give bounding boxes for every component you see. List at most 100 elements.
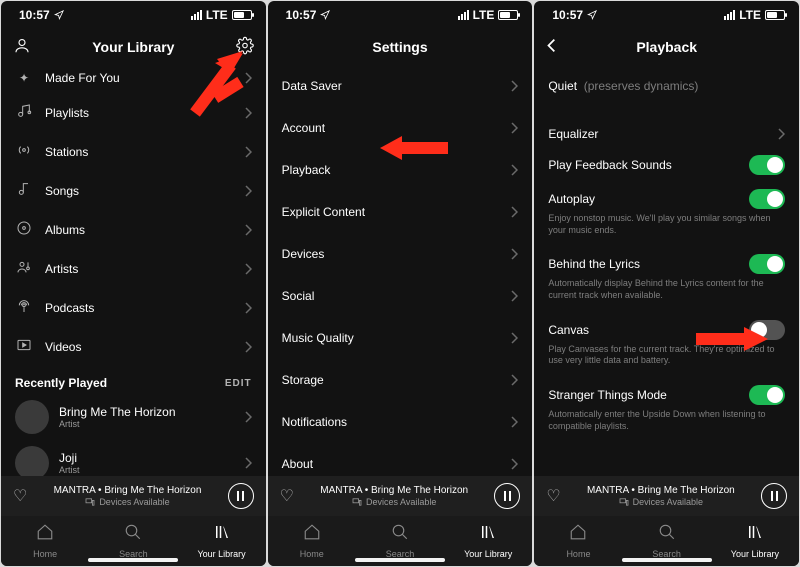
chevron-right-icon xyxy=(510,206,518,218)
phone-library: 10:57 LTE Your Library ✦ Made For You Pl… xyxy=(1,1,266,566)
status-bar: 10:57 LTE xyxy=(1,1,266,29)
now-playing-bar[interactable]: ♡ MANTRA • Bring Me The Horizon Devices … xyxy=(534,476,799,516)
home-indicator[interactable] xyxy=(355,558,445,562)
tab-home[interactable]: Home xyxy=(534,516,622,566)
home-indicator[interactable] xyxy=(622,558,712,562)
toggle-behind-the-lyrics[interactable] xyxy=(749,254,785,274)
recent-item[interactable]: Bring Me The HorizonArtist xyxy=(1,394,266,440)
back-icon[interactable] xyxy=(546,39,558,56)
tab-home-label: Home xyxy=(300,549,324,559)
playback-content: Quiet (preserves dynamics) Equalizer Pla… xyxy=(534,65,799,476)
now-playing-bar[interactable]: ♡ MANTRA • Bring Me The Horizon Devices … xyxy=(1,476,266,516)
chevron-right-icon xyxy=(510,80,518,92)
tab-library[interactable]: Your Library xyxy=(177,516,265,566)
songs-icon xyxy=(15,181,33,200)
library-header: Your Library xyxy=(1,29,266,65)
settings-row-label: About xyxy=(282,457,313,471)
status-bar: 10:57 LTE xyxy=(268,1,533,29)
settings-row-label: Social xyxy=(282,289,315,303)
profile-icon[interactable] xyxy=(13,37,31,58)
pause-button[interactable] xyxy=(761,483,787,509)
devices-available-label: Devices Available xyxy=(99,497,169,508)
toggle-autoplay[interactable] xyxy=(749,189,785,209)
settings-row-data-saver[interactable]: Data Saver xyxy=(268,65,533,107)
search-icon xyxy=(658,523,676,546)
now-playing-title: MANTRA • Bring Me The Horizon xyxy=(54,485,202,497)
search-icon xyxy=(124,523,142,546)
heart-icon[interactable]: ♡ xyxy=(13,486,27,506)
chevron-right-icon xyxy=(510,248,518,260)
made-for-you-row[interactable]: ✦ Made For You xyxy=(1,65,266,93)
chevron-right-icon xyxy=(510,332,518,344)
equalizer-row[interactable]: Equalizer xyxy=(534,117,799,145)
settings-row-account[interactable]: Account xyxy=(268,107,533,149)
playback-row-behind-the-lyrics: Behind the Lyrics xyxy=(534,244,799,278)
library-content: ✦ Made For You PlaylistsStationsSongsAlb… xyxy=(1,65,266,476)
tab-home[interactable]: Home xyxy=(268,516,356,566)
settings-row-music-quality[interactable]: Music Quality xyxy=(268,317,533,359)
settings-row-notifications[interactable]: Notifications xyxy=(268,401,533,443)
phone-settings: 10:57 LTE Settings Data Saver Account Play… xyxy=(268,1,533,566)
chevron-right-icon xyxy=(244,457,252,469)
edit-button[interactable]: EDIT xyxy=(225,378,252,389)
tab-library[interactable]: Your Library xyxy=(444,516,532,566)
settings-row-playback[interactable]: Playback xyxy=(268,149,533,191)
chevron-right-icon xyxy=(244,146,252,158)
library-row-videos[interactable]: Videos xyxy=(1,327,266,366)
recent-item[interactable]: JojiArtist xyxy=(1,440,266,476)
chevron-right-icon xyxy=(244,341,252,353)
recent-title: Joji xyxy=(59,451,80,465)
chevron-right-icon xyxy=(244,107,252,119)
playback-row-autoplay: Autoplay xyxy=(534,179,799,213)
library-icon xyxy=(213,523,231,546)
library-row-songs[interactable]: Songs xyxy=(1,171,266,210)
recent-subtitle: Artist xyxy=(59,419,176,429)
settings-row-explicit-content[interactable]: Explicit Content xyxy=(268,191,533,233)
home-icon xyxy=(569,523,587,546)
location-icon xyxy=(587,10,597,20)
heart-icon[interactable]: ♡ xyxy=(546,486,560,506)
tab-library[interactable]: Your Library xyxy=(711,516,799,566)
settings-row-label: Account xyxy=(282,121,325,135)
settings-row-social[interactable]: Social xyxy=(268,275,533,317)
podcasts-icon xyxy=(15,298,33,317)
pause-button[interactable] xyxy=(228,483,254,509)
home-icon xyxy=(36,523,54,546)
library-row-label: Videos xyxy=(45,340,81,354)
playback-row-description: Automatically enter the Upside Down when… xyxy=(534,409,799,440)
heart-icon[interactable]: ♡ xyxy=(280,486,294,506)
status-time: 10:57 xyxy=(286,8,317,22)
chevron-right-icon xyxy=(244,263,252,275)
library-row-albums[interactable]: Albums xyxy=(1,210,266,249)
status-bar: 10:57 LTE xyxy=(534,1,799,29)
playback-row-description: Enjoy nonstop music. We'll play you simi… xyxy=(534,213,799,244)
stations-icon xyxy=(15,142,33,161)
pause-button[interactable] xyxy=(494,483,520,509)
toggle-stranger-things-mode[interactable] xyxy=(749,385,785,405)
settings-row-about[interactable]: About xyxy=(268,443,533,476)
chevron-right-icon xyxy=(510,416,518,428)
settings-row-storage[interactable]: Storage xyxy=(268,359,533,401)
home-indicator[interactable] xyxy=(88,558,178,562)
library-row-playlists[interactable]: Playlists xyxy=(1,93,266,132)
equalizer-label: Equalizer xyxy=(548,127,598,141)
now-playing-title: MANTRA • Bring Me The Horizon xyxy=(587,485,735,497)
tab-home-label: Home xyxy=(33,549,57,559)
location-icon xyxy=(54,10,64,20)
playback-row-label: Play Feedback Sounds xyxy=(548,158,671,172)
devices-available-label: Devices Available xyxy=(366,497,436,508)
settings-row-devices[interactable]: Devices xyxy=(268,233,533,275)
toggle-play-feedback-sounds[interactable] xyxy=(749,155,785,175)
gear-icon[interactable] xyxy=(236,37,254,58)
library-row-artists[interactable]: Artists xyxy=(1,249,266,288)
quiet-row[interactable]: Quiet (preserves dynamics) xyxy=(534,65,799,97)
recently-played-header: Recently Played EDIT xyxy=(1,366,266,394)
chevron-right-icon xyxy=(244,224,252,236)
page-title: Settings xyxy=(372,39,427,55)
library-row-podcasts[interactable]: Podcasts xyxy=(1,288,266,327)
now-playing-bar[interactable]: ♡ MANTRA • Bring Me The Horizon Devices … xyxy=(268,476,533,516)
tab-home[interactable]: Home xyxy=(1,516,89,566)
library-row-stations[interactable]: Stations xyxy=(1,132,266,171)
toggle-canvas[interactable] xyxy=(749,320,785,340)
playback-header: Playback xyxy=(534,29,799,65)
